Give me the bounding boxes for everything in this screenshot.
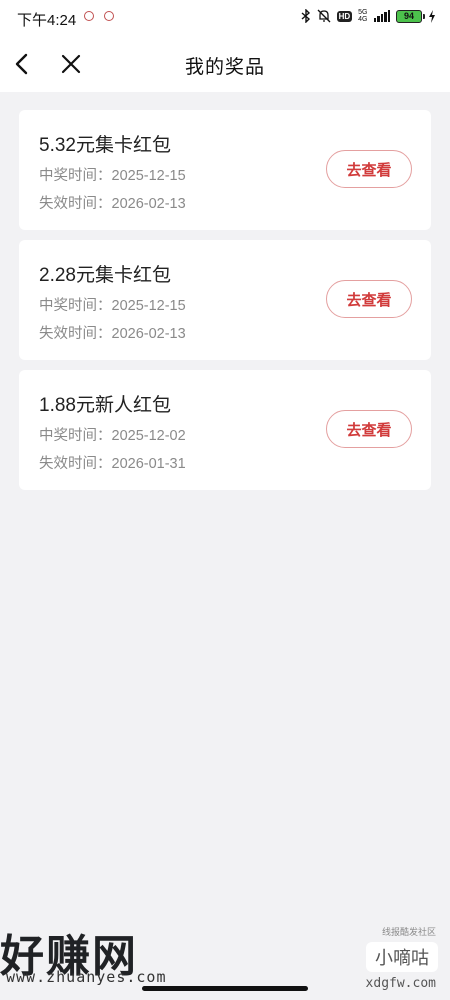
notification-icon — [104, 11, 114, 21]
prize-list: 5.32元集卡红包 中奖时间：2025-12-15 失效时间：2026-02-1… — [19, 110, 431, 500]
win-time: 中奖时间：2025-12-02 — [39, 428, 186, 444]
prize-name: 5.32元集卡红包 — [39, 135, 171, 156]
prize-name: 1.88元新人红包 — [39, 395, 171, 416]
expire-time: 失效时间：2026-02-13 — [39, 326, 186, 342]
win-time: 中奖时间：2025-12-15 — [39, 168, 186, 184]
network-type: 5G 4G — [358, 9, 367, 23]
view-button[interactable]: 去查看 — [326, 410, 412, 448]
page-title: 我的奖品 — [184, 57, 265, 78]
notification-icons — [84, 11, 114, 21]
status-bar: 下午4:24 HD 5G 4G 94 — [0, 0, 450, 36]
prize-name: 2.28元集卡红包 — [39, 265, 171, 286]
win-time: 中奖时间：2025-12-15 — [39, 298, 186, 314]
top-area: 下午4:24 HD 5G 4G 94 我的奖品 — [0, 0, 450, 92]
expire-time: 失效时间：2026-02-13 — [39, 196, 186, 212]
notification-icon — [84, 11, 94, 21]
prize-card: 5.32元集卡红包 中奖时间：2025-12-15 失效时间：2026-02-1… — [19, 110, 431, 230]
charging-icon — [429, 9, 435, 23]
hd-badge: HD — [336, 10, 353, 22]
view-button[interactable]: 去查看 — [326, 280, 412, 318]
prize-card: 1.88元新人红包 中奖时间：2025-12-02 失效时间：2026-01-3… — [19, 370, 431, 490]
view-button[interactable]: 去查看 — [326, 150, 412, 188]
mute-bell-icon — [317, 9, 331, 23]
watermark-caption-right: 线报酷发社区 — [381, 927, 436, 937]
nav-bar: 我的奖品 — [0, 36, 450, 92]
signal-icon — [373, 10, 390, 22]
prize-card: 2.28元集卡红包 中奖时间：2025-12-15 失效时间：2026-02-1… — [19, 240, 431, 360]
watermark-logo-right: 小嘀咕 — [366, 942, 438, 972]
status-indicators: HD 5G 4G 94 — [301, 9, 436, 23]
watermark-url-left: www.zhuanyes.com — [6, 968, 167, 986]
home-indicator[interactable] — [142, 986, 308, 991]
status-time: 下午4:24 — [17, 12, 77, 29]
battery-icon: 94 — [396, 9, 425, 23]
network-sub-label: 4G — [358, 16, 368, 23]
battery-level: 94 — [403, 11, 414, 21]
expire-time: 失效时间：2026-01-31 — [39, 456, 186, 472]
watermark-url-right: xdgfw.com — [365, 976, 436, 991]
bluetooth-icon — [301, 9, 310, 23]
network-label: 5G — [358, 9, 368, 16]
